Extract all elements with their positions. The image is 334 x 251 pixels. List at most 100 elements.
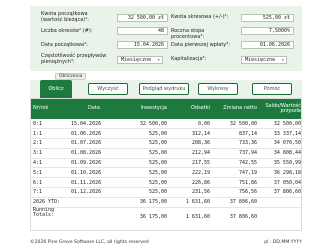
initial-balance-label: Kwota początkowa (wartość bieżąca)¹: [41, 11, 89, 23]
row-number: 6:1 [31, 177, 69, 189]
row-interest: 226,86 [169, 177, 212, 189]
row-balance: 35 550,99 [259, 158, 301, 169]
running-label: Running Totals: [33, 206, 55, 219]
row-balance: 33 337,14 [259, 128, 301, 140]
copyright-text: ©2026 Pine Grove Software LLC, all right… [30, 240, 149, 245]
initial-balance-input[interactable]: 32 500,00 zł [117, 14, 168, 22]
row-number: 4:1 [31, 158, 69, 169]
row-date: 01.11.2026 [69, 177, 119, 189]
row-number: 3:1 [31, 148, 69, 159]
row-number: 1:1 [31, 128, 69, 140]
row-interest: 312,14 [169, 128, 212, 140]
row-net-change: 751,86 [212, 177, 259, 189]
table-header-row: Nr/rok Data Inwestycja Odsetki Zmiana ne… [31, 99, 301, 119]
running-total-row: Running Totals: 36 175,00 1 631,60 37 80… [31, 206, 301, 220]
ytd-interest: 1 631,60 [169, 196, 212, 208]
row-interest: 217,55 [169, 158, 212, 169]
first-payment-input[interactable]: 01.06.2026 [241, 41, 294, 49]
first-payment-label: Data pierwszej wpłaty³: [171, 42, 230, 48]
column-header-number: Nr/rok [31, 99, 69, 119]
column-header-balance: Saldo/Wartość przyszła [259, 99, 301, 119]
footer: ©2026 Pine Grove Software LLC, all right… [30, 238, 302, 248]
row-investment: 525,00 [119, 128, 169, 140]
row-investment: 525,00 [119, 148, 169, 159]
annual-rate-input[interactable]: 7,5000% [241, 27, 294, 35]
amortization-table: Nr/rok Data Inwestycja Odsetki Zmiana ne… [31, 99, 301, 220]
final-balance-input[interactable]: 525,00 zł [241, 14, 294, 22]
date-format-text: pl : DD.MM.YYYY [264, 240, 302, 245]
row-number: 2:1 [31, 138, 69, 149]
ytd-balance [259, 196, 301, 208]
row-net-change: 737,94 [212, 148, 259, 159]
form-row-3: Data początkowa³: 15.04.2026 Data pierws… [30, 40, 302, 52]
final-balance-label: Kwota skresowa (+/-)²: [171, 14, 229, 20]
tab-calculate[interactable]: Oblicz [40, 80, 72, 98]
annual-rate-label: Roczna stopa procentowa³: [171, 28, 205, 40]
ytd-total-row: 2026 YTD: 36 175,00 1 631,60 37 806,60 [31, 196, 301, 208]
table-row: 1:1 01.06.2026 525,00 312,14 837,14 33 3… [31, 128, 301, 140]
capitalization-select-value: Miesięczne [245, 57, 276, 63]
row-date: 01.09.2026 [69, 158, 119, 169]
row-investment: 525,00 [119, 167, 169, 179]
start-date-label: Data początkowa³: [41, 42, 88, 48]
row-interest: 222,19 [169, 167, 212, 179]
ytd-net-change: 37 806,60 [212, 196, 259, 208]
chevron-down-icon: ▾ [157, 57, 160, 62]
row-net-change: 837,14 [212, 128, 259, 140]
row-balance: 37 050,04 [259, 177, 301, 189]
row-interest: 0,00 [169, 119, 212, 130]
form-row-2: Liczba okresów² (#): 48 Roczna stopa pro… [30, 26, 302, 40]
running-interest: 1 631,60 [185, 213, 210, 220]
table-row: 2:1 01.07.2026 525,00 208,36 733,36 34 0… [31, 138, 301, 149]
frequency-select-value: Miesięczne [121, 57, 152, 63]
frequency-label: Częstotliwość przepływów pieniężnych³: [41, 53, 107, 65]
table-row: 7:1 01.12.2026 525,00 231,56 756,56 37 8… [31, 187, 301, 198]
row-investment: 525,00 [119, 177, 169, 189]
column-header-interest: Odsetki [169, 99, 212, 119]
table-row: 3:1 01.08.2026 525,00 212,94 737,94 34 8… [31, 148, 301, 159]
row-interest: 231,56 [169, 187, 212, 198]
row-date: 01.07.2026 [69, 138, 119, 149]
column-header-investment: Inwestycja [119, 99, 169, 119]
form-row-1: Kwota początkowa (wartość bieżąca)¹: 32 … [30, 9, 302, 23]
capitalization-select[interactable]: Miesięczne ▾ [241, 56, 287, 64]
row-investment: 525,00 [119, 158, 169, 169]
row-balance: 37 806,60 [259, 187, 301, 198]
row-date: 01.08.2026 [69, 148, 119, 159]
row-balance: 32 500,00 [259, 119, 301, 130]
calculate-tooltip: Obliczenia [55, 73, 87, 80]
start-date-input[interactable]: 15.04.2026 [117, 41, 168, 49]
table-row: 6:1 01.11.2026 525,00 226,86 751,86 37 0… [31, 177, 301, 189]
row-investment: 525,00 [119, 187, 169, 198]
row-net-change: 32 500,00 [212, 119, 259, 130]
periods-input[interactable]: 48 [117, 27, 168, 35]
row-interest: 208,36 [169, 138, 212, 149]
row-net-change: 742,55 [212, 158, 259, 169]
frequency-select[interactable]: Miesięczne ▾ [117, 56, 163, 64]
loan-input-form: Kwota początkowa (wartość bieżąca)¹: 32 … [30, 6, 302, 71]
amortization-table-container[interactable]: Nr/rok Data Inwestycja Odsetki Zmiana ne… [30, 98, 302, 231]
column-header-net-change: Zmiana netto [212, 99, 259, 119]
column-header-date: Data [69, 99, 119, 119]
ytd-label: 2026 YTD: [31, 196, 69, 208]
action-tabs: Oblicz Wyczyść Podgląd wydruku Wykresy P… [30, 80, 302, 98]
row-net-change: 756,56 [212, 187, 259, 198]
tab-clear[interactable]: Wyczyść [88, 83, 128, 95]
row-net-change: 733,36 [212, 138, 259, 149]
ytd-date [69, 196, 119, 208]
row-balance: 34 070,50 [259, 138, 301, 149]
row-number: 0:1 [31, 119, 69, 130]
tab-print-preview[interactable]: Podgląd wydruku [139, 83, 189, 95]
running-net-change: 37 806,60 [229, 213, 257, 220]
running-investment: 36 175,00 [139, 213, 167, 220]
row-date: 01.10.2026 [69, 167, 119, 179]
tab-help[interactable]: Pomoc [252, 83, 292, 95]
row-number: 5:1 [31, 167, 69, 179]
row-date: 01.06.2026 [69, 128, 119, 140]
form-row-4: Częstotliwość przepływów pieniężnych³: M… [30, 53, 302, 65]
tab-charts[interactable]: Wykresy [198, 83, 238, 95]
row-balance: 36 298,18 [259, 167, 301, 179]
row-balance: 34 808,44 [259, 148, 301, 159]
row-date: 01.12.2026 [69, 187, 119, 198]
running-date [69, 207, 119, 220]
